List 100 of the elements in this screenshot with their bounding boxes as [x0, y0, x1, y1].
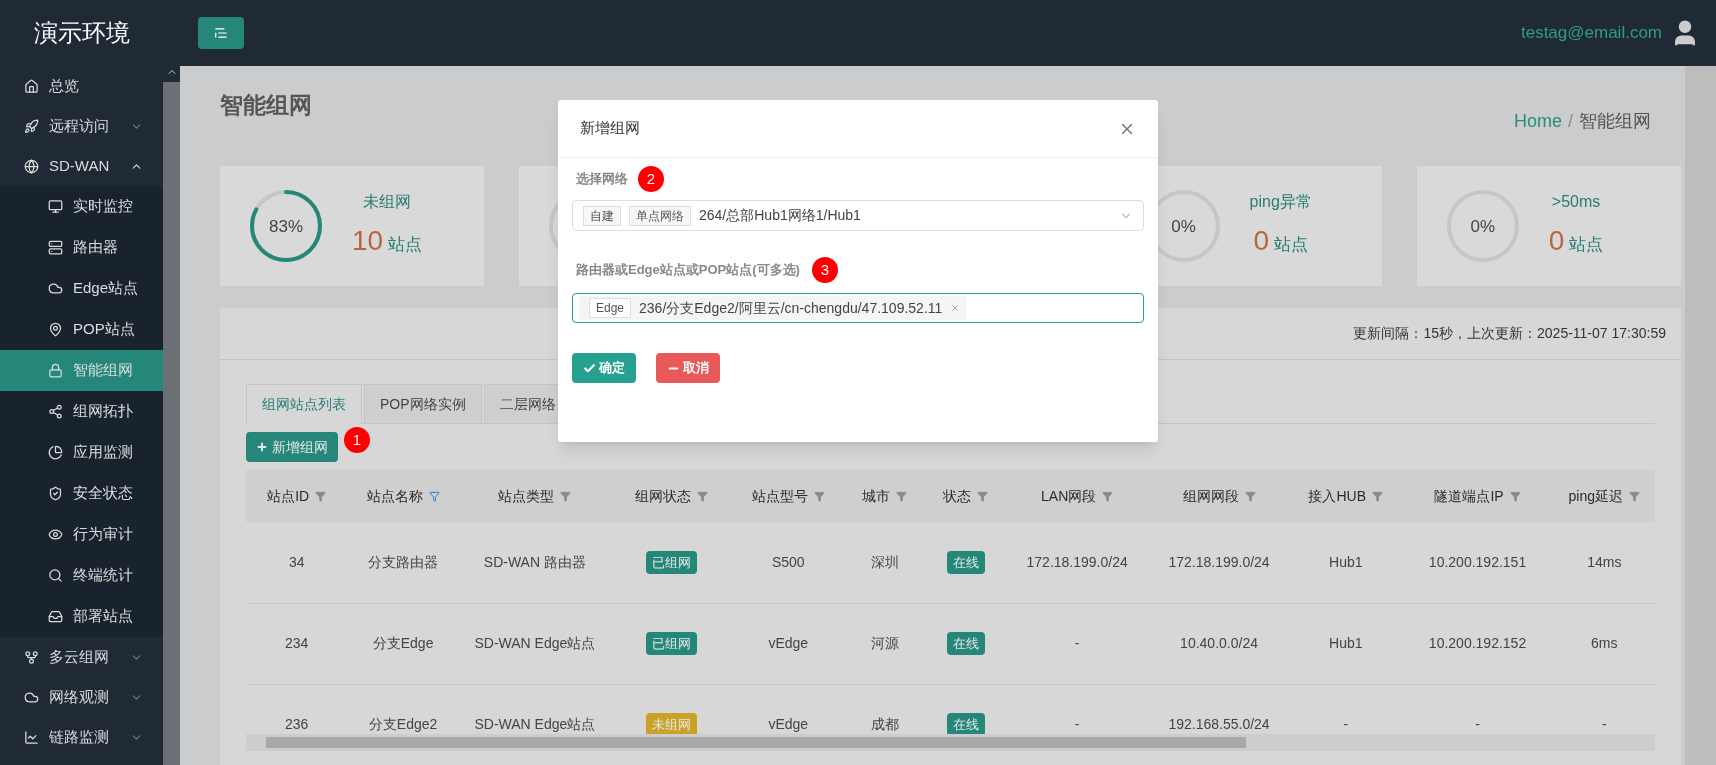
sites-multiselect[interactable]: Edge 236/分支Edge2/阿里云/cn-chengdu/47.109.52.11	[572, 293, 1144, 323]
filter-icon[interactable]	[428, 490, 440, 502]
column-header[interactable]: LAN网段	[1041, 485, 1097, 507]
column-header[interactable]: 接入HUB	[1308, 485, 1367, 507]
sidebar-subitem[interactable]: 路由器	[0, 227, 163, 268]
status-tag: 在线	[946, 550, 985, 574]
sidebar-item[interactable]: 多云组网	[0, 637, 163, 677]
column-header[interactable]: 组网状态	[635, 485, 692, 507]
menu-icon	[214, 26, 228, 40]
network-tag: 单点网络	[629, 205, 691, 226]
step-marker: 2	[638, 166, 664, 192]
filter-icon[interactable]	[813, 490, 825, 502]
filter-icon[interactable]	[315, 490, 327, 502]
stat-unit: 站点	[1274, 234, 1308, 256]
tab[interactable]: 组网站点列表	[246, 384, 362, 424]
table-cell: 6ms	[1553, 603, 1655, 684]
filter-icon[interactable]	[560, 490, 572, 502]
filter-icon[interactable]	[1629, 490, 1640, 502]
column-header[interactable]: 隧道端点IP	[1434, 485, 1504, 507]
column-header[interactable]: 组网网段	[1182, 485, 1239, 507]
sidebar-subitem[interactable]: 行为审计	[0, 514, 163, 555]
sidebar-item[interactable]: 远程访问	[0, 106, 163, 146]
plus-icon	[256, 441, 268, 453]
table-cell: 236	[246, 684, 348, 765]
sidebar-subitem[interactable]: 实时监控	[0, 186, 163, 227]
table-cell: vEdge	[732, 603, 845, 684]
sidebar-item[interactable]: 总览	[0, 66, 163, 106]
horizontal-scrollbar[interactable]	[246, 734, 1655, 751]
add-network-button[interactable]: 新增组网	[246, 432, 338, 462]
table-cell: 34	[246, 522, 348, 603]
sidebar-item[interactable]: SD-WAN	[0, 146, 163, 186]
menu-toggle-button[interactable]	[198, 17, 244, 49]
page-scrollbar[interactable]	[1685, 66, 1716, 765]
sidebar-subitem[interactable]: 组网拓扑	[0, 391, 163, 432]
table-cell: 分支路由器	[347, 522, 459, 603]
column-header[interactable]: 站点ID	[267, 485, 310, 507]
sidebar-item[interactable]: 链路监测	[0, 717, 163, 757]
stat-count: 0	[1253, 224, 1269, 258]
sidebar-subitem[interactable]: 应用监测	[0, 432, 163, 473]
sidebar-subitem[interactable]: POP站点	[0, 309, 163, 350]
line-chart-icon	[24, 729, 39, 745]
filter-icon[interactable]	[977, 490, 989, 502]
filter-icon[interactable]	[1509, 490, 1521, 502]
breadcrumb-current: 智能组网	[1579, 110, 1651, 133]
home-icon	[24, 78, 39, 94]
server-icon	[48, 240, 63, 255]
table-cell: SD-WAN Edge站点	[458, 684, 611, 765]
search-icon	[48, 568, 63, 583]
step-marker: 3	[811, 257, 838, 283]
column-header[interactable]: 状态	[943, 485, 972, 507]
column-header[interactable]: 站点类型	[498, 485, 555, 507]
table-cell: S500	[732, 522, 845, 603]
column-header[interactable]: 站点型号	[751, 485, 808, 507]
column-header[interactable]: 站点名称	[366, 485, 423, 507]
table-cell: -	[1006, 684, 1149, 765]
filter-icon[interactable]	[1372, 490, 1384, 502]
cloud-icon	[24, 689, 39, 705]
table-cell: -	[1290, 684, 1402, 765]
shield-icon	[48, 486, 63, 501]
table-cell: 234	[246, 603, 348, 684]
table-cell: 192.168.55.0/24	[1148, 684, 1290, 765]
fork-icon	[24, 649, 39, 665]
user-email[interactable]: testag@email.com	[1520, 20, 1662, 46]
sidebar-subitem[interactable]: 安全状态	[0, 473, 163, 514]
lock-icon	[48, 363, 63, 378]
sidebar-subitem[interactable]: Edge站点	[0, 268, 163, 309]
table-cell: Hub1	[1290, 522, 1402, 603]
filter-icon[interactable]	[1102, 490, 1114, 502]
check-icon	[583, 361, 596, 375]
column-header[interactable]: 城市	[862, 485, 891, 507]
filter-icon[interactable]	[697, 490, 709, 502]
sidebar-subitem[interactable]: 部署站点	[0, 596, 163, 637]
stat-unit: 站点	[388, 234, 423, 256]
logo-text: 演示环境	[33, 18, 130, 49]
sidebar-scrollbar[interactable]	[163, 66, 180, 765]
stat-count: 10	[352, 224, 384, 258]
percent-text: 83%	[269, 217, 303, 235]
network-select[interactable]: 自建 单点网络 264/总部Hub1网络1/Hub1	[572, 200, 1144, 231]
status-tag: 在线	[946, 631, 985, 656]
table-cell: Hub1	[1290, 603, 1402, 684]
table-cell: -	[1006, 603, 1149, 684]
sidebar-subitem[interactable]: 终端统计	[0, 555, 163, 596]
table-cell: 分支Edge	[347, 603, 459, 684]
step-marker: 1	[344, 427, 370, 453]
filter-icon[interactable]	[896, 490, 908, 502]
table-cell: 172.18.199.0/24	[1148, 522, 1290, 603]
update-info: 更新间隔：15秒，上次更新：2025-11-07 17:30:59	[1353, 324, 1666, 343]
selected-site-chip[interactable]: Edge 236/分支Edge2/阿里云/cn-chengdu/47.109.52.11	[579, 296, 967, 320]
stat-label: >50ms	[1551, 192, 1601, 212]
site-text: 236/分支Edge2/阿里云/cn-chengdu/47.109.52.11	[639, 298, 943, 318]
rocket-icon	[24, 118, 39, 134]
monitor-icon	[48, 199, 63, 214]
remove-icon[interactable]	[950, 303, 961, 313]
table-cell: 分支Edge2	[347, 684, 459, 765]
status-tag: 已组网	[646, 550, 698, 574]
sidebar-item[interactable]: 网络观测	[0, 677, 163, 717]
table-cell: -	[1553, 684, 1655, 765]
column-header[interactable]: ping延迟	[1568, 485, 1623, 507]
tab[interactable]: POP网络实例	[364, 384, 482, 424]
filter-icon[interactable]	[1244, 490, 1256, 502]
